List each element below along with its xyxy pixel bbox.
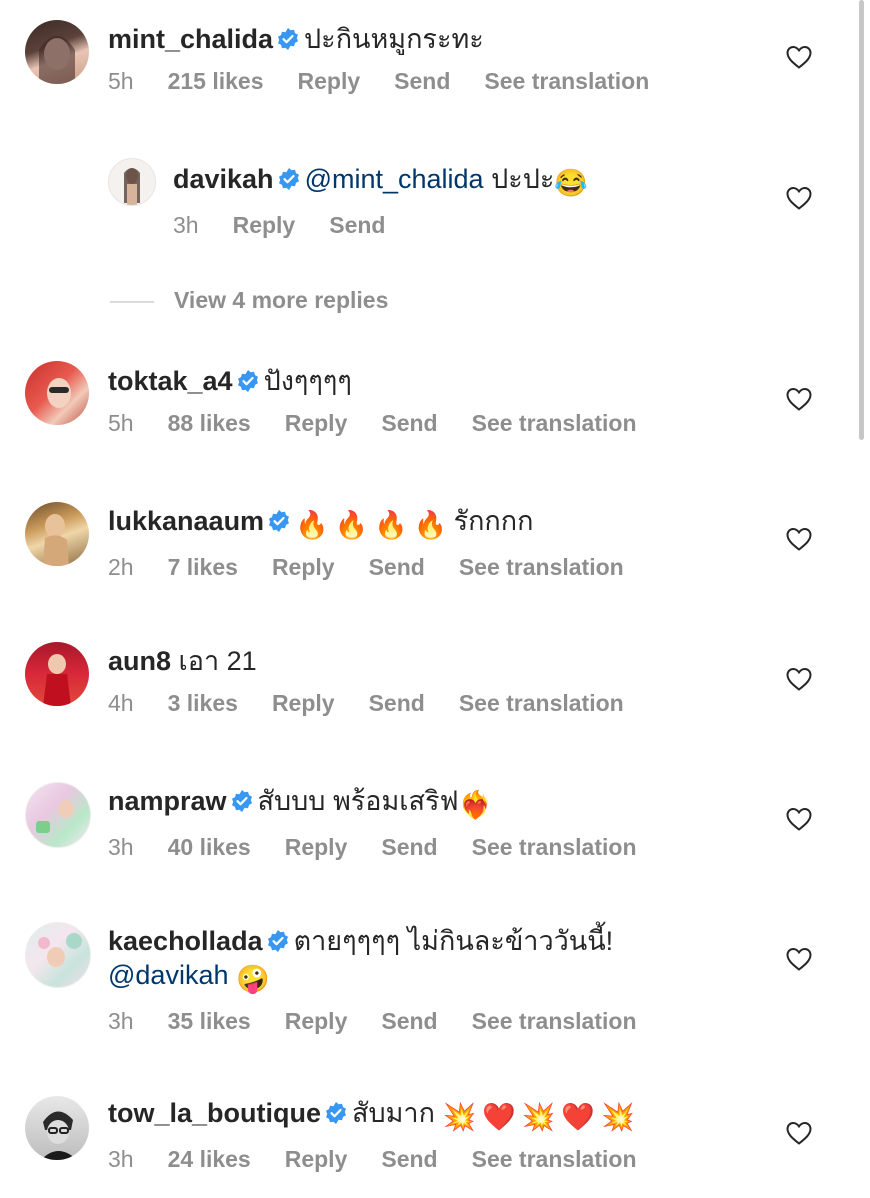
see-translation-button[interactable]: See translation	[484, 68, 649, 94]
reply-button[interactable]: Reply	[272, 554, 335, 580]
send-button[interactable]: Send	[381, 1146, 437, 1172]
avatar[interactable]	[25, 922, 91, 988]
send-button[interactable]: Send	[369, 554, 425, 580]
reply-button[interactable]: Reply	[298, 68, 361, 94]
send-button[interactable]: Send	[394, 68, 450, 94]
likes-count[interactable]: 3 likes	[168, 690, 238, 716]
comment-text: ปังๆๆๆๆ	[263, 366, 352, 396]
heart-icon[interactable]	[786, 947, 812, 971]
see-translation-button[interactable]: See translation	[459, 554, 624, 580]
reply-button[interactable]: Reply	[285, 834, 348, 860]
timestamp[interactable]: 3h	[108, 1146, 134, 1172]
view-more-replies[interactable]: View 4 more replies	[110, 287, 388, 314]
reply-button[interactable]: Reply	[285, 1008, 348, 1034]
send-button[interactable]: Send	[381, 1008, 437, 1034]
avatar[interactable]	[25, 502, 89, 566]
username[interactable]: mint_chalida	[108, 24, 273, 54]
reply-button[interactable]: Reply	[285, 410, 348, 436]
verified-icon	[277, 167, 301, 191]
heart-icon[interactable]	[786, 667, 812, 691]
likes-count[interactable]: 35 likes	[168, 1008, 251, 1034]
avatar[interactable]	[108, 158, 156, 206]
verified-icon	[230, 789, 254, 813]
timestamp[interactable]: 3h	[173, 212, 199, 238]
see-translation-button[interactable]: See translation	[472, 410, 637, 436]
fire-emoji-icon: 🔥🔥🔥🔥	[295, 510, 454, 540]
avatar[interactable]	[25, 1096, 89, 1160]
avatar[interactable]	[25, 20, 89, 84]
send-button[interactable]: Send	[369, 690, 425, 716]
timestamp[interactable]: 5h	[108, 68, 134, 94]
likes-count[interactable]: 7 likes	[168, 554, 238, 580]
avatar[interactable]	[25, 642, 89, 706]
send-button[interactable]: Send	[381, 834, 437, 860]
divider	[110, 300, 154, 303]
username[interactable]: lukkanaaum	[108, 506, 264, 536]
see-translation-button[interactable]: See translation	[459, 690, 624, 716]
heart-icon[interactable]	[786, 527, 812, 551]
timestamp[interactable]: 3h	[108, 1008, 134, 1034]
avatar[interactable]	[25, 361, 89, 425]
see-translation-button[interactable]: See translation	[472, 1008, 637, 1034]
timestamp[interactable]: 4h	[108, 690, 134, 716]
verified-icon	[266, 929, 290, 953]
timestamp[interactable]: 5h	[108, 410, 134, 436]
likes-count[interactable]: 215 likes	[168, 68, 264, 94]
username[interactable]: toktak_a4	[108, 366, 233, 396]
verified-icon	[236, 369, 260, 393]
comment-text: สับมาก	[352, 1098, 435, 1128]
timestamp[interactable]: 3h	[108, 834, 134, 860]
likes-count[interactable]: 40 likes	[168, 834, 251, 860]
send-button[interactable]: Send	[381, 410, 437, 436]
comment-text: เอา 21	[178, 646, 257, 676]
collision-heart-emoji-icon: 💥❤️💥❤️💥	[442, 1102, 641, 1132]
comment-text: ปะกินหมูกระทะ	[304, 24, 484, 54]
heart-icon[interactable]	[786, 45, 812, 69]
verified-icon	[267, 509, 291, 533]
username[interactable]: kaechollada	[108, 926, 263, 956]
timestamp[interactable]: 2h	[108, 554, 134, 580]
comment-text: รักกกก	[453, 506, 534, 536]
see-translation-button[interactable]: See translation	[472, 1146, 637, 1172]
reply-button[interactable]: Reply	[272, 690, 335, 716]
see-translation-button[interactable]: See translation	[472, 834, 637, 860]
likes-count[interactable]: 88 likes	[168, 410, 251, 436]
heart-on-fire-emoji-icon: ❤️‍🔥	[458, 790, 493, 820]
send-button[interactable]: Send	[329, 212, 385, 238]
mention-link[interactable]: @mint_chalida	[305, 164, 484, 194]
username[interactable]: aun8	[108, 646, 171, 676]
heart-icon[interactable]	[786, 807, 812, 831]
zany-face-emoji-icon: 🤪	[236, 964, 270, 994]
reply-button[interactable]: Reply	[233, 212, 296, 238]
scrollbar[interactable]	[859, 0, 864, 440]
username[interactable]: nampraw	[108, 786, 227, 816]
verified-icon	[276, 27, 300, 51]
username[interactable]: tow_la_boutique	[108, 1098, 321, 1128]
verified-icon	[324, 1101, 348, 1125]
mention-link[interactable]: @davikah	[108, 960, 228, 990]
comment-text: ตายๆๆๆๆ ไม่กินละข้าววันนี้!	[293, 926, 614, 956]
likes-count[interactable]: 24 likes	[168, 1146, 251, 1172]
reply-button[interactable]: Reply	[285, 1146, 348, 1172]
heart-icon[interactable]	[786, 1121, 812, 1145]
username[interactable]: davikah	[173, 164, 274, 194]
view-more-label: View 4 more replies	[174, 287, 389, 313]
avatar[interactable]	[25, 782, 91, 848]
heart-icon[interactable]	[786, 186, 812, 210]
comment-text: สับบบ พร้อมเสริฟ	[257, 786, 459, 816]
heart-icon[interactable]	[786, 387, 812, 411]
laughing-emoji-icon: 😂	[554, 168, 588, 198]
comment-text: ปะปะ	[483, 164, 555, 194]
